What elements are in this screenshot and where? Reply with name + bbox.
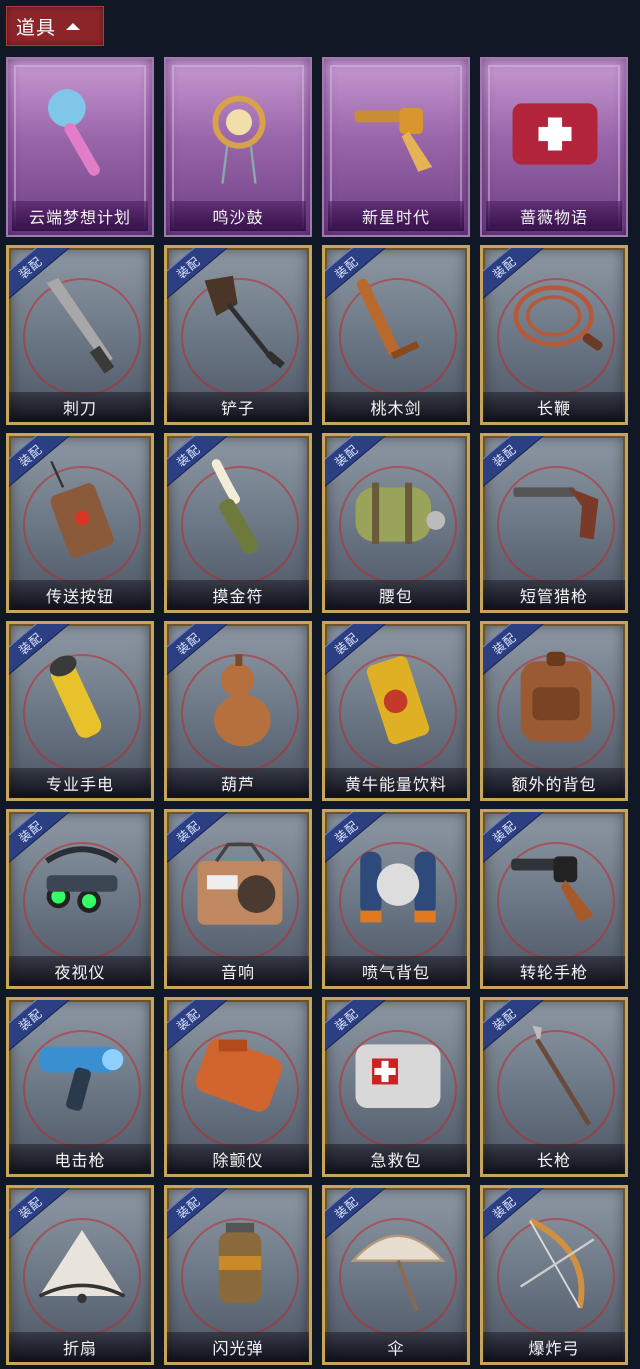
radio-icon bbox=[197, 842, 283, 925]
item-name: 闪光弹 bbox=[167, 1332, 309, 1362]
item-name: 额外的背包 bbox=[483, 768, 625, 798]
spear-icon bbox=[532, 1025, 592, 1126]
section-title: 道具 bbox=[16, 16, 57, 39]
backpack-icon bbox=[520, 651, 592, 742]
bag-icon bbox=[355, 482, 446, 545]
item-card[interactable]: 新星时代 bbox=[322, 57, 470, 237]
item-name: 长鞭 bbox=[483, 392, 625, 422]
item-name: 传送按钮 bbox=[9, 580, 151, 610]
item-name: 新星时代 bbox=[328, 201, 464, 231]
bow-icon bbox=[519, 1217, 595, 1309]
fan-icon bbox=[38, 1229, 126, 1304]
item-card[interactable]: 装配 闪光弹 bbox=[164, 1185, 312, 1365]
item-card[interactable]: 装配 额外的背包 bbox=[480, 621, 628, 801]
item-name: 急救包 bbox=[325, 1144, 467, 1174]
umbrella-icon bbox=[350, 1234, 446, 1311]
can-icon bbox=[366, 656, 430, 745]
item-name: 伞 bbox=[325, 1332, 467, 1362]
item-card[interactable]: 装配 传送按钮 bbox=[6, 433, 154, 613]
whip-icon bbox=[513, 285, 603, 351]
grenade-icon bbox=[218, 1222, 262, 1304]
shotgun-icon bbox=[513, 487, 599, 540]
item-name: 长枪 bbox=[483, 1144, 625, 1174]
shovel-icon bbox=[204, 275, 285, 369]
item-card[interactable]: 装配 腰包 bbox=[322, 433, 470, 613]
item-card[interactable]: 云端梦想计划 bbox=[6, 57, 154, 237]
item-card[interactable]: 装配 音响 bbox=[164, 809, 312, 989]
item-card[interactable]: 装配 电击枪 bbox=[6, 997, 154, 1177]
knife-icon bbox=[46, 278, 115, 374]
item-card[interactable]: 装配 刺刀 bbox=[6, 245, 154, 425]
scepter-icon bbox=[47, 89, 100, 176]
item-card[interactable]: 装配 除颤仪 bbox=[164, 997, 312, 1177]
item-card[interactable]: 装配 长枪 bbox=[480, 997, 628, 1177]
item-card[interactable]: 装配 桃木剑 bbox=[322, 245, 470, 425]
item-name: 专业手电 bbox=[9, 768, 151, 798]
item-card[interactable]: 装配 急救包 bbox=[322, 997, 470, 1177]
item-name: 音响 bbox=[167, 956, 309, 986]
amulet-icon bbox=[211, 459, 259, 554]
item-card[interactable]: 装配 长鞭 bbox=[480, 245, 628, 425]
section-toggle-button[interactable]: 道具 bbox=[6, 6, 104, 46]
item-name: 黄牛能量饮料 bbox=[325, 768, 467, 798]
item-card[interactable]: 装配 摸金符 bbox=[164, 433, 312, 613]
wooden-sword-icon bbox=[356, 278, 420, 360]
item-name: 蔷薇物语 bbox=[486, 201, 622, 231]
item-name: 鸣沙鼓 bbox=[170, 201, 306, 231]
item-card[interactable]: 装配 转轮手枪 bbox=[480, 809, 628, 989]
taser-icon bbox=[39, 1046, 124, 1111]
item-name: 短管猎枪 bbox=[483, 580, 625, 610]
gourd-icon bbox=[214, 654, 271, 747]
jetpack-icon bbox=[360, 851, 436, 923]
item-name: 转轮手枪 bbox=[483, 956, 625, 986]
defibrillator-icon bbox=[195, 1038, 282, 1112]
remote-icon bbox=[50, 460, 114, 558]
item-name: 摸金符 bbox=[167, 580, 309, 610]
item-name: 夜视仪 bbox=[9, 956, 151, 986]
item-card[interactable]: 装配 折扇 bbox=[6, 1185, 154, 1365]
item-card[interactable]: 装配 铲子 bbox=[164, 245, 312, 425]
item-card[interactable]: 蔷薇物语 bbox=[480, 57, 628, 237]
item-name: 桃木剑 bbox=[325, 392, 467, 422]
item-name: 铲子 bbox=[167, 392, 309, 422]
drum-icon bbox=[212, 95, 266, 184]
item-name: 折扇 bbox=[9, 1332, 151, 1362]
item-name: 云端梦想计划 bbox=[12, 201, 148, 231]
revolver-icon bbox=[354, 108, 433, 172]
item-card[interactable]: 装配 葫芦 bbox=[164, 621, 312, 801]
item-name: 葫芦 bbox=[167, 768, 309, 798]
item-card[interactable]: 装配 黄牛能量饮料 bbox=[322, 621, 470, 801]
item-name: 腰包 bbox=[325, 580, 467, 610]
item-card[interactable]: 装配 喷气背包 bbox=[322, 809, 470, 989]
flashlight-icon bbox=[49, 655, 102, 738]
item-name: 除颤仪 bbox=[167, 1144, 309, 1174]
item-card[interactable]: 装配 专业手电 bbox=[6, 621, 154, 801]
item-card[interactable]: 装配 夜视仪 bbox=[6, 809, 154, 989]
chevron-up-icon bbox=[66, 22, 81, 30]
item-card[interactable]: 鸣沙鼓 bbox=[164, 57, 312, 237]
item-name: 电击枪 bbox=[9, 1144, 151, 1174]
item-card[interactable]: 装配 短管猎枪 bbox=[480, 433, 628, 613]
item-name: 爆炸弓 bbox=[483, 1332, 625, 1362]
item-card[interactable]: 装配 爆炸弓 bbox=[480, 1185, 628, 1365]
item-name: 喷气背包 bbox=[325, 956, 467, 986]
goggles-icon bbox=[44, 846, 120, 913]
item-name: 刺刀 bbox=[9, 392, 151, 422]
first-aid-icon bbox=[355, 1044, 441, 1109]
pistol-icon bbox=[511, 856, 594, 923]
medkit-icon bbox=[512, 103, 598, 165]
item-grid: 云端梦想计划 鸣沙鼓 新星时代 蔷薇物语装配 刺刀 装配 铲子 装配 桃木剑 装配 长鞭装配 传送按钮… bbox=[6, 57, 636, 1365]
item-card[interactable]: 装配伞 bbox=[322, 1185, 470, 1365]
